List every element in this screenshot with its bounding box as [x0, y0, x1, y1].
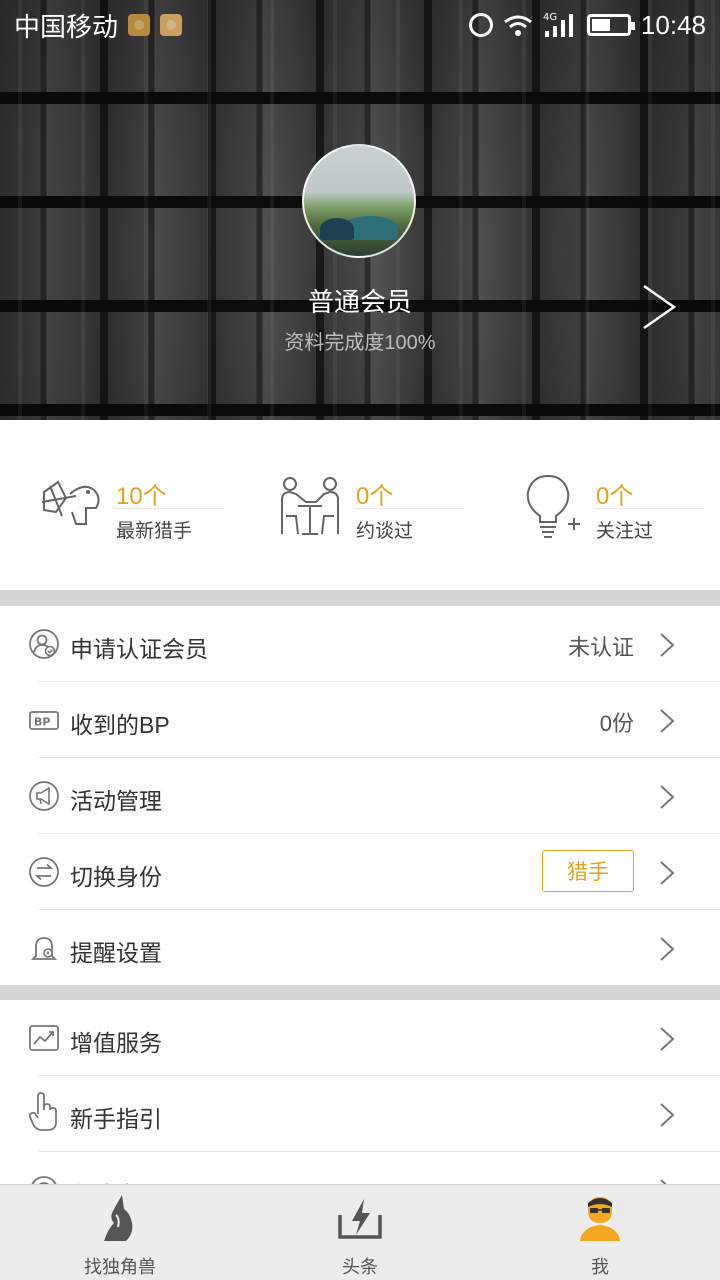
stat-value: 10个 — [116, 483, 167, 510]
menu-item-label: 活动管理 — [70, 788, 162, 814]
tab-me[interactable]: 我 — [480, 1185, 720, 1280]
carrier-label: 中国移动 — [14, 11, 119, 42]
trend-chart-icon — [29, 1025, 59, 1051]
signal-icon: 4G — [543, 11, 577, 39]
menu-item-value-added-services[interactable]: 增值服务 — [0, 1000, 720, 1076]
app-notification-icon — [128, 14, 151, 36]
hunter-bow-icon — [41, 480, 100, 525]
me-avatar-icon — [580, 1197, 620, 1241]
menu-item-reminder-settings[interactable]: 提醒设置 — [0, 910, 720, 986]
chevron-right-icon — [660, 861, 675, 885]
chevron-right-icon — [660, 1103, 675, 1127]
clock-time: 10:48 — [640, 9, 706, 40]
menu-item-apply-certification[interactable]: 申请认证会员 未认证 — [0, 606, 720, 682]
lightbulb-plus-icon — [526, 474, 580, 538]
profile-header[interactable]: 中国移动 4G 10:48 普通会员 资料完成度100% — [0, 0, 720, 420]
unicorn-icon — [104, 1195, 133, 1241]
bp-icon: BP — [29, 711, 59, 730]
tab-label: 头条 — [342, 1257, 378, 1277]
chevron-right-icon — [660, 1027, 675, 1051]
svg-text:BP: BP — [34, 716, 50, 729]
tab-label: 我 — [591, 1257, 609, 1277]
menu-item-event-management[interactable]: 活动管理 — [0, 758, 720, 834]
stat-label: 约谈过 — [356, 521, 414, 542]
menu-group-account: 申请认证会员 未认证 BP 收到的BP 0份 活动管理 切换身份 猎手 提醒设置 — [0, 606, 720, 986]
menu-item-beginner-guide[interactable]: 新手指引 — [0, 1076, 720, 1152]
stat-followed[interactable]: 0个 关注过 — [480, 420, 720, 590]
hand-pointer-icon — [28, 1092, 57, 1131]
menu-item-label: 申请认证会员 — [70, 636, 208, 662]
chevron-right-icon — [660, 633, 675, 657]
chevron-right-icon — [660, 785, 675, 809]
menu-item-label: 新手指引 — [70, 1106, 162, 1132]
gallery-notification-icon — [160, 14, 183, 36]
stat-label: 最新猎手 — [116, 521, 193, 542]
alarm-icon — [468, 13, 493, 37]
menu-item-switch-identity[interactable]: 切换身份 猎手 — [0, 834, 720, 910]
stats-row: 10个 最新猎手 0个 约谈过 0个 关注过 — [0, 420, 720, 590]
certify-user-icon — [29, 629, 59, 659]
switch-icon — [29, 857, 59, 887]
section-separator — [0, 590, 720, 606]
battery-icon — [586, 14, 635, 36]
menu-item-label: 切换身份 — [70, 864, 162, 890]
wifi-icon — [503, 14, 533, 36]
identity-tag-hunter[interactable]: 猎手 — [542, 850, 634, 892]
stat-value: 0个 — [596, 483, 634, 510]
stat-latest-hunters[interactable]: 10个 最新猎手 — [0, 420, 240, 590]
stat-underline — [114, 508, 224, 509]
stat-underline — [594, 508, 704, 509]
certification-status: 未认证 — [567, 635, 634, 660]
stat-value: 0个 — [356, 483, 394, 510]
tab-label: 找独角兽 — [84, 1257, 156, 1277]
headline-bolt-icon — [338, 1199, 382, 1239]
section-separator — [0, 985, 720, 1000]
chevron-right-icon — [660, 937, 675, 961]
tab-find-unicorn[interactable]: 找独角兽 — [0, 1185, 240, 1280]
stat-underline — [354, 508, 464, 509]
chevron-right-icon[interactable] — [638, 284, 678, 330]
chevron-right-icon — [660, 709, 675, 733]
stat-label: 关注过 — [596, 521, 654, 542]
menu-item-label: 提醒设置 — [70, 940, 162, 966]
bp-count: 0份 — [599, 711, 634, 736]
menu-item-received-bp[interactable]: BP 收到的BP 0份 — [0, 682, 720, 758]
avatar[interactable] — [302, 144, 416, 258]
network-type-label: 4G — [543, 12, 557, 23]
meeting-table-icon — [281, 477, 339, 535]
bell-gear-icon — [30, 937, 58, 960]
profile-completion-text: 资料完成度100% — [284, 332, 436, 354]
stat-interviewed[interactable]: 0个 约谈过 — [240, 420, 480, 590]
member-level-title: 普通会员 — [307, 287, 412, 317]
megaphone-icon — [29, 781, 59, 811]
menu-item-label: 增值服务 — [70, 1030, 162, 1056]
bottom-tab-bar: 找独角兽 头条 我 — [0, 1184, 720, 1280]
tab-headlines[interactable]: 头条 — [240, 1185, 480, 1280]
status-bar: 中国移动 4G 10:48 — [0, 0, 720, 50]
menu-item-label: 收到的BP — [70, 712, 170, 738]
